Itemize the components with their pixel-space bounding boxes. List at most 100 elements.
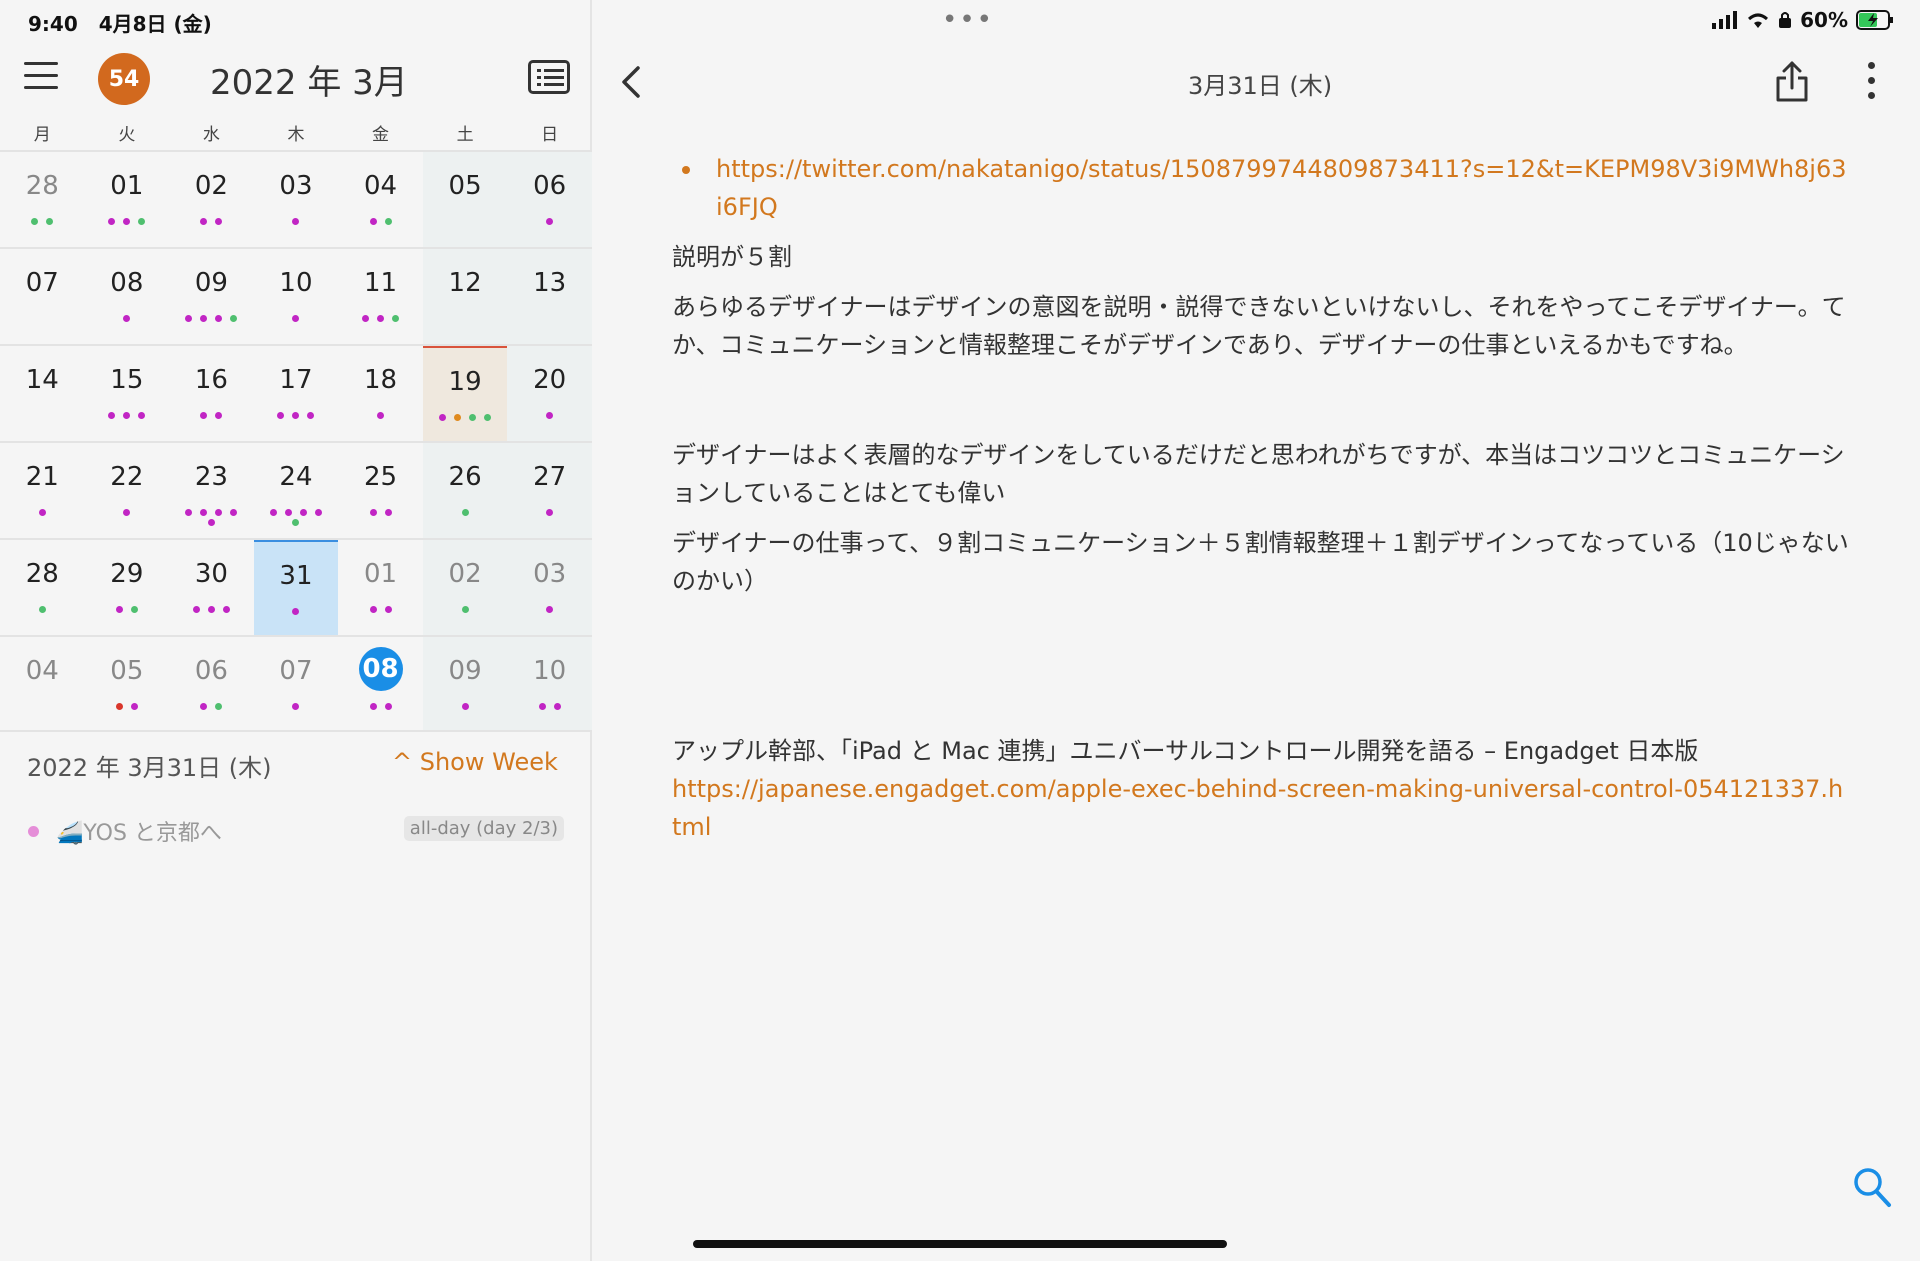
back-chevron-icon[interactable] bbox=[618, 62, 642, 109]
day-cell[interactable]: 29 bbox=[85, 540, 170, 635]
event-dot bbox=[284, 509, 292, 516]
event-dots bbox=[338, 700, 423, 710]
day-cell[interactable]: 08 bbox=[85, 249, 170, 344]
day-cell[interactable]: 06 bbox=[507, 152, 592, 247]
day-cell[interactable]: 10 bbox=[254, 249, 339, 344]
day-number: 20 bbox=[533, 365, 567, 395]
day-cell[interactable]: 28 bbox=[0, 540, 85, 635]
multitasking-handle-icon[interactable]: ••• bbox=[942, 7, 994, 33]
status-bar-right: 60% bbox=[1712, 8, 1894, 32]
day-cell[interactable]: 04 bbox=[0, 637, 85, 730]
day-number: 09 bbox=[448, 656, 482, 686]
event-dot bbox=[130, 606, 138, 613]
home-indicator[interactable] bbox=[693, 1240, 1227, 1248]
day-cell[interactable]: 04 bbox=[338, 152, 423, 247]
engadget-link[interactable]: https://japanese.engadget.com/apple-exec… bbox=[672, 770, 1852, 846]
event-dots bbox=[85, 700, 170, 710]
event-dots bbox=[0, 603, 85, 613]
event-dots bbox=[254, 409, 339, 419]
event-dot bbox=[369, 509, 377, 516]
event-item[interactable]: 🚄YOS と京都へ all-day (day 2/3) bbox=[28, 815, 568, 846]
day-cell[interactable]: 10 bbox=[507, 637, 592, 730]
day-cell[interactable]: 02 bbox=[169, 152, 254, 247]
event-dots bbox=[0, 215, 85, 225]
twitter-link[interactable]: https://twitter.com/nakatanigo/status/15… bbox=[672, 150, 1852, 226]
day-number: 03 bbox=[533, 559, 567, 589]
day-cell[interactable]: 19 bbox=[422, 346, 508, 441]
note-paragraph: あらゆるデザイナーはデザインの意図を説明・説得できないといけないし、それをやって… bbox=[672, 293, 1846, 359]
week-row: 28 01 02 03 04 05 06 bbox=[0, 150, 592, 247]
event-dots bbox=[0, 506, 85, 516]
day-number: 05 bbox=[110, 656, 144, 686]
day-cell[interactable]: 15 bbox=[85, 346, 170, 441]
day-cell[interactable]: 20 bbox=[507, 346, 592, 441]
event-dot bbox=[384, 509, 392, 516]
day-cell[interactable]: 07 bbox=[0, 249, 85, 344]
day-cell[interactable]: 13 bbox=[507, 249, 592, 344]
day-cell-selected[interactable]: 31 bbox=[253, 540, 339, 635]
event-dot bbox=[369, 218, 377, 225]
show-week-button[interactable]: ^ Show Week bbox=[392, 748, 558, 776]
count-badge[interactable]: 54 bbox=[98, 53, 150, 105]
list-view-icon[interactable] bbox=[528, 60, 570, 94]
day-cell[interactable]: 27 bbox=[507, 443, 592, 538]
day-cell[interactable]: 21 bbox=[0, 443, 85, 538]
event-dot bbox=[200, 509, 208, 516]
day-cell[interactable]: 07 bbox=[254, 637, 339, 730]
day-number: 17 bbox=[279, 365, 313, 395]
day-cell[interactable]: 30 bbox=[169, 540, 254, 635]
day-cell[interactable]: 16 bbox=[169, 346, 254, 441]
day-cell[interactable]: 09 bbox=[169, 249, 254, 344]
menu-icon[interactable] bbox=[24, 62, 58, 92]
day-cell[interactable]: 25 bbox=[338, 443, 423, 538]
day-cell[interactable]: 18 bbox=[338, 346, 423, 441]
search-icon[interactable] bbox=[1852, 1166, 1892, 1208]
day-cell[interactable]: 03 bbox=[254, 152, 339, 247]
day-number: 23 bbox=[194, 462, 228, 492]
day-cell-today[interactable]: 08 bbox=[338, 637, 423, 730]
event-dot bbox=[108, 412, 116, 419]
day-cell[interactable]: 14 bbox=[0, 346, 85, 441]
day-cell[interactable]: 17 bbox=[254, 346, 339, 441]
event-dot bbox=[123, 315, 131, 322]
day-cell[interactable]: 11 bbox=[338, 249, 423, 344]
event-dots bbox=[169, 603, 254, 613]
event-dots bbox=[85, 215, 170, 225]
event-dot bbox=[207, 519, 215, 526]
day-cell[interactable]: 05 bbox=[85, 637, 170, 730]
share-icon[interactable] bbox=[1774, 60, 1810, 104]
day-cell[interactable]: 09 bbox=[422, 637, 508, 730]
day-cell[interactable]: 24 bbox=[254, 443, 339, 538]
event-dot bbox=[307, 412, 315, 419]
day-cell[interactable]: 28 bbox=[0, 152, 85, 247]
day-cell[interactable]: 23 bbox=[169, 443, 254, 538]
weekday-label: 月 bbox=[33, 125, 51, 145]
more-options-icon[interactable] bbox=[1866, 62, 1876, 106]
day-cell[interactable]: 02 bbox=[422, 540, 508, 635]
note-paragraph: デザイナーの仕事って、９割コミュニケーション＋５割情報整理＋１割デザインってなっ… bbox=[672, 529, 1849, 595]
event-dots bbox=[507, 215, 592, 225]
day-number: 08 bbox=[358, 647, 403, 691]
day-number: 22 bbox=[110, 462, 144, 492]
day-number: 01 bbox=[363, 559, 398, 589]
day-cell[interactable]: 03 bbox=[507, 540, 592, 635]
day-cell[interactable]: 01 bbox=[85, 152, 170, 247]
event-dot bbox=[115, 606, 123, 613]
day-cell[interactable]: 05 bbox=[422, 152, 508, 247]
day-number: 11 bbox=[363, 268, 398, 298]
event-dot bbox=[215, 315, 223, 322]
day-number: 28 bbox=[25, 559, 59, 589]
day-cell[interactable]: 06 bbox=[169, 637, 254, 730]
day-cell[interactable]: 12 bbox=[422, 249, 508, 344]
day-cell[interactable]: 22 bbox=[85, 443, 170, 538]
day-number: 14 bbox=[25, 365, 59, 395]
month-title[interactable]: 2022 年 3月 bbox=[210, 55, 408, 104]
event-dots bbox=[169, 215, 254, 225]
day-cell[interactable]: 26 bbox=[422, 443, 508, 538]
event-dot bbox=[553, 703, 561, 710]
note-paragraph: アップル幹部、「iPad と Mac 連携」ユニバーサルコントロール開発を語る … bbox=[672, 737, 1699, 765]
event-dot bbox=[222, 606, 230, 613]
day-number: 21 bbox=[25, 462, 59, 492]
event-dots bbox=[423, 506, 508, 516]
day-cell[interactable]: 01 bbox=[338, 540, 423, 635]
